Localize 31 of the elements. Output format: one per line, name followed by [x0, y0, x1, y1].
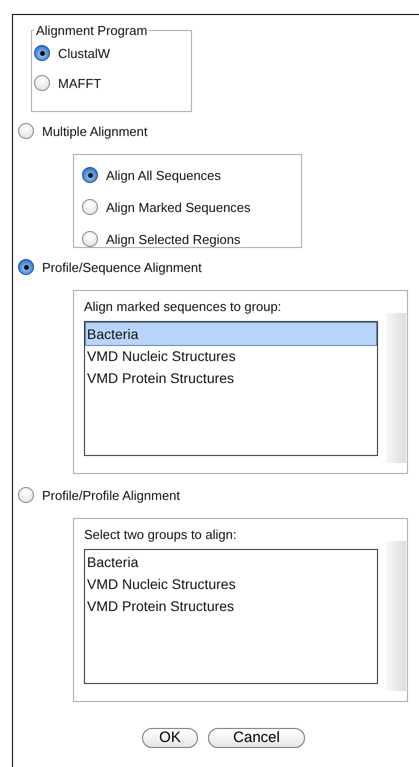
radio-button[interactable] [82, 167, 98, 183]
radio-option[interactable]: Align All Sequences [82, 159, 301, 191]
radio-button[interactable] [34, 75, 50, 91]
radio-option[interactable]: Align Marked Sequences [82, 191, 301, 223]
radio-option[interactable]: Align Selected Regions [82, 223, 301, 255]
radio-button[interactable] [34, 45, 50, 61]
list-item[interactable]: Bacteria [86, 551, 376, 573]
list-item[interactable]: Bacteria [86, 323, 376, 345]
radio-option[interactable]: MAFFT [34, 68, 191, 98]
radio-button[interactable] [82, 199, 98, 215]
list-item[interactable]: VMD Protein Structures [86, 367, 376, 389]
list-item[interactable]: VMD Nucleic Structures [86, 573, 376, 595]
radio-button[interactable] [18, 123, 34, 139]
group-list[interactable]: Bacteria VMD Nucleic Structures VMD Protein Structures [84, 321, 378, 456]
dialog-button[interactable]: Cancel [208, 728, 305, 748]
list-prompt: Select two groups to align: [84, 526, 238, 544]
dialog-button[interactable]: OK [142, 728, 198, 748]
radio-button[interactable] [82, 231, 98, 247]
list-item[interactable]: VMD Protein Structures [86, 595, 376, 617]
scrollbar[interactable] [386, 313, 406, 463]
radio-option[interactable]: ClustalW [34, 38, 191, 68]
group-list[interactable]: Bacteria VMD Nucleic Structures VMD Protein Structures [84, 549, 378, 684]
radio-option[interactable]: Profile/Profile Alignment [18, 480, 419, 510]
list-item[interactable]: VMD Nucleic Structures [86, 345, 376, 367]
list-prompt: Align marked sequences to group: [84, 298, 282, 316]
radio-option[interactable]: Multiple Alignment [18, 116, 419, 146]
group-title: Alignment Program [35, 23, 148, 38]
scrollbar[interactable] [386, 541, 406, 691]
radio-button[interactable] [18, 487, 34, 503]
radio-option[interactable]: Profile/Sequence Alignment [18, 252, 419, 282]
radio-button[interactable] [18, 259, 34, 275]
